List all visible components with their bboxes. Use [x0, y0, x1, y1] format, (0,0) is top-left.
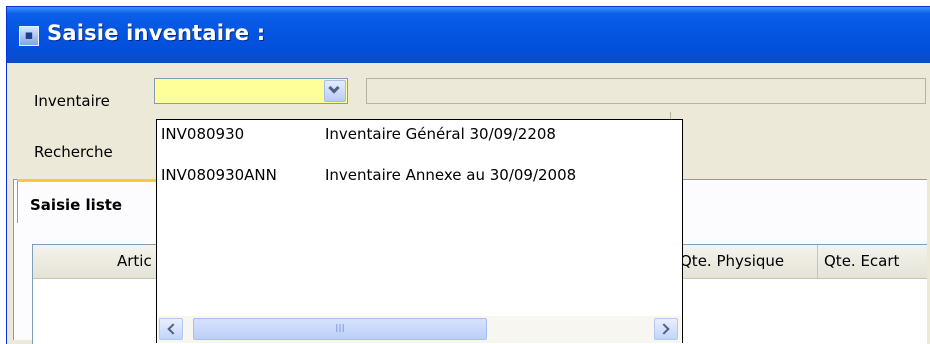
- chevron-down-icon: [328, 82, 340, 94]
- dropdown-item-code: INV080930: [161, 125, 245, 143]
- scroll-left-button[interactable]: [159, 318, 183, 340]
- scroll-right-button[interactable]: [654, 318, 678, 340]
- column-header-qte-ecart[interactable]: Qte. Ecart: [817, 245, 927, 278]
- dropdown-item-description: Inventaire Général 30/09/2208: [325, 125, 556, 143]
- title-bar[interactable]: ▪ Saisie inventaire :: [7, 7, 930, 63]
- dropdown-item-code: INV080930ANN: [161, 166, 277, 184]
- window-title: Saisie inventaire :: [47, 21, 266, 45]
- combo-dropdown-button[interactable]: [324, 80, 346, 102]
- dropdown-item-description: Inventaire Annexe au 30/09/2008: [325, 166, 577, 184]
- horizontal-scrollbar[interactable]: III: [158, 316, 681, 343]
- inventaire-description-field: [366, 78, 926, 104]
- inventaire-combobox[interactable]: [154, 78, 348, 104]
- recherche-input[interactable]: [670, 112, 926, 138]
- recherche-label: Recherche: [34, 143, 113, 161]
- tab-saisie-liste[interactable]: Saisie liste: [17, 179, 157, 223]
- scroll-thumb[interactable]: III: [193, 318, 487, 340]
- chevron-right-icon: [658, 323, 670, 335]
- chevron-left-icon: [167, 323, 179, 335]
- inventaire-label: Inventaire: [34, 92, 110, 110]
- column-header-qte-physique[interactable]: Qte. Physique: [673, 245, 817, 278]
- inventaire-dropdown-list[interactable]: INV080930 Inventaire Général 30/09/2208 …: [156, 119, 683, 343]
- column-header-article[interactable]: Artic: [33, 245, 161, 278]
- app-icon[interactable]: ▪: [19, 26, 39, 46]
